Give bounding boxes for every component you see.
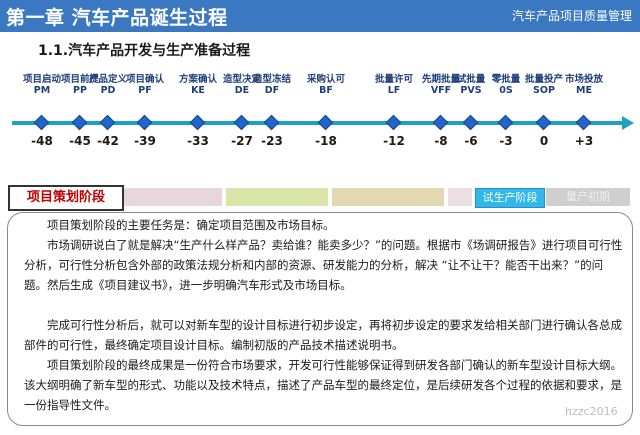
- milestone-week: -18: [315, 134, 337, 148]
- milestone-diamond-icon: [462, 114, 479, 131]
- milestone-label: 零批量0S: [491, 74, 521, 96]
- content-panel: 项目策划阶段的主要任务是：确定项目范围及市场目标。 市场调研说白了就是解决“生产…: [7, 212, 633, 426]
- milestone-week: -12: [383, 134, 405, 148]
- phase-bar: 项目策划阶段 试生产阶段 量产初期: [0, 185, 640, 211]
- milestone-label: 市场投放ME: [564, 74, 603, 96]
- course-title: 汽车产品项目质量管理: [511, 9, 632, 23]
- milestone-label: 造型冻结DF: [252, 74, 291, 96]
- milestone-week: -39: [134, 134, 156, 148]
- milestone-week: -42: [97, 134, 119, 148]
- phase-tab-4[interactable]: [332, 188, 444, 206]
- milestone-label: 试批量PVS: [456, 74, 486, 96]
- milestone-label: 采购认可BF: [306, 74, 345, 96]
- milestone-diamond-icon: [263, 114, 280, 131]
- phase-tab-7[interactable]: 量产初期: [546, 188, 630, 206]
- milestone-timeline: 项目启动PM -48 项目前提PP -45 产品定义PD -42 项目确认PF -39 方案确认…: [0, 74, 640, 154]
- paragraph-2: 市场调研说白了就是解决“生产什么样产品？卖给谁？能卖多少？”的问题。根据市《场调…: [24, 238, 623, 292]
- milestone-diamond-icon: [535, 114, 552, 131]
- phase-tab-2[interactable]: [124, 188, 222, 206]
- milestone-label: 批量许可LF: [374, 74, 413, 96]
- milestone-label: 产品定义PD: [88, 74, 127, 96]
- paragraph-1: 项目策划阶段的主要任务是：确定项目范围及市场目标。: [47, 218, 335, 232]
- milestone-week: -3: [499, 134, 513, 148]
- section-subtitle: 1.1.汽车产品开发与生产准备过程: [38, 43, 251, 59]
- milestone-diamond-icon: [317, 114, 334, 131]
- milestone-label: 批量投产SOP: [524, 74, 563, 96]
- milestone-label: 方案确认KE: [178, 74, 217, 96]
- milestone-diamond-icon: [71, 114, 88, 131]
- milestone-diamond-icon: [385, 114, 402, 131]
- phase-tab-1[interactable]: 项目策划阶段: [8, 185, 124, 211]
- timeline-arrow-icon: [622, 116, 634, 130]
- milestone-diamond-icon: [136, 114, 153, 131]
- milestone-label: 项目确认PF: [125, 74, 164, 96]
- milestone-label: 项目启动PM: [22, 74, 61, 96]
- milestone-diamond-icon: [189, 114, 206, 131]
- paragraph-3: 完成可行性分析后，就可以对新车型的设计目标进行初步设定，再将初步设定的要求发给相…: [24, 318, 622, 352]
- milestone-diamond-icon: [432, 114, 449, 131]
- milestone-week: -6: [464, 134, 478, 148]
- milestone-week: +3: [574, 134, 594, 148]
- watermark-text: hzzc2016: [565, 405, 618, 418]
- phase-tab-3[interactable]: [226, 188, 328, 206]
- milestone-week: -23: [261, 134, 283, 148]
- milestone-diamond-icon: [233, 114, 250, 131]
- paragraph-4: 项目策划阶段的最终成果是一份符合市场要求，开发可行性能够保证得到研发各部门确认的…: [24, 358, 622, 412]
- chapter-title: 第一章 汽车产品诞生过程: [6, 7, 228, 29]
- milestone-diamond-icon: [99, 114, 116, 131]
- phase-tab-5[interactable]: [448, 188, 472, 206]
- header-bar: 第一章 汽车产品诞生过程 汽车产品项目质量管理: [0, 0, 640, 32]
- milestone-diamond-icon: [33, 114, 50, 131]
- milestone-week: 0: [539, 134, 549, 148]
- milestone-diamond-icon: [497, 114, 514, 131]
- milestone-diamond-icon: [575, 114, 592, 131]
- milestone-week: -33: [187, 134, 209, 148]
- phase-tab-6[interactable]: 试生产阶段: [475, 188, 545, 208]
- milestone-week: -48: [31, 134, 53, 148]
